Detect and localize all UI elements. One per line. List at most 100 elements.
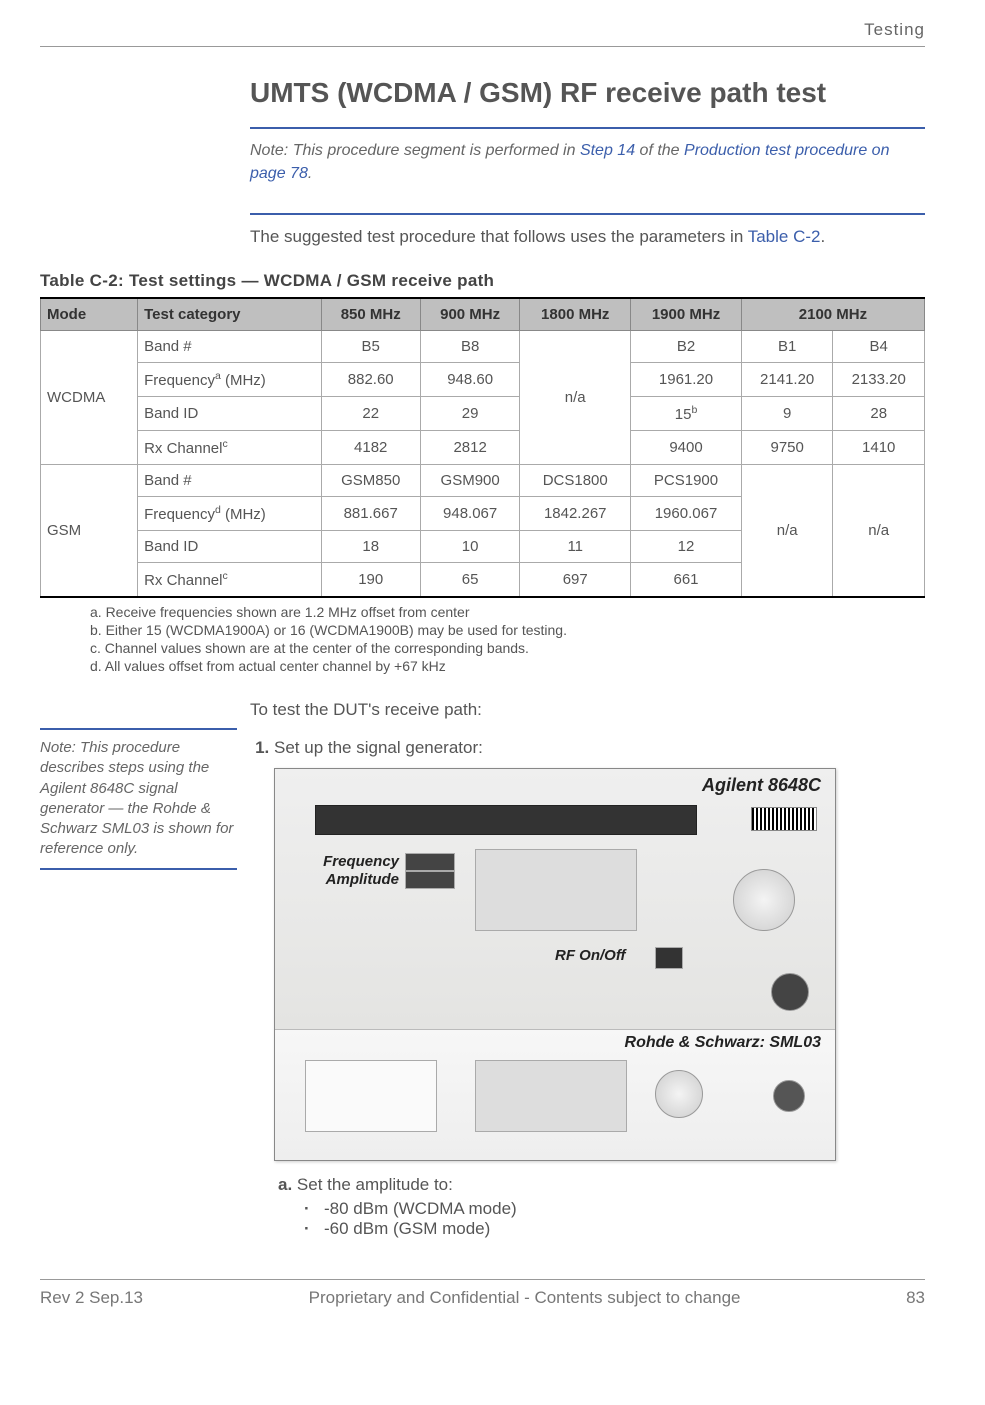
amplitude-button bbox=[405, 871, 455, 889]
step-1-text: Set up the signal generator: bbox=[274, 738, 483, 757]
cell: 28 bbox=[833, 397, 925, 431]
output-connector bbox=[771, 973, 809, 1011]
title-rule bbox=[250, 127, 925, 129]
cat-rx-channel: Rx Channelc bbox=[138, 563, 321, 598]
cell: 190 bbox=[321, 563, 420, 598]
cell: B8 bbox=[420, 331, 519, 363]
cell: 697 bbox=[520, 563, 631, 598]
cell: 11 bbox=[520, 531, 631, 563]
tuning-knob bbox=[733, 869, 795, 931]
cell: 1410 bbox=[833, 431, 925, 465]
cell: 2133.20 bbox=[833, 363, 925, 397]
figure-agilent-panel: Agilent 8648C Frequency Amplitude RF On/… bbox=[275, 769, 835, 1030]
barcode-icon bbox=[751, 807, 817, 831]
signal-generator-figure: Agilent 8648C Frequency Amplitude RF On/… bbox=[274, 768, 836, 1161]
rs-label: Rohde & Schwarz: SML03 bbox=[625, 1034, 821, 1052]
rs-knob bbox=[655, 1070, 703, 1118]
frequency-label: Frequency bbox=[309, 853, 399, 870]
cell: 1960.067 bbox=[631, 497, 742, 531]
side-note: Note: This procedure describes steps usi… bbox=[40, 728, 237, 870]
cell: 1961.20 bbox=[631, 363, 742, 397]
intro-prefix: The suggested test procedure that follow… bbox=[250, 227, 748, 246]
sup-c: c bbox=[222, 570, 227, 582]
cat-frequency: Frequencyd (MHz) bbox=[138, 497, 321, 531]
rs-keypad bbox=[475, 1060, 627, 1132]
rs-connector bbox=[773, 1080, 805, 1112]
substep-a: a. Set the amplitude to: bbox=[278, 1175, 925, 1195]
cell: 882.60 bbox=[321, 363, 420, 397]
cell: B5 bbox=[321, 331, 420, 363]
cell: B4 bbox=[833, 331, 925, 363]
step-1: Set up the signal generator: Agilent 864… bbox=[274, 738, 925, 1239]
cat-freq-base: Frequency bbox=[144, 372, 215, 389]
cell-na-1800: n/a bbox=[520, 331, 631, 465]
cell: 9400 bbox=[631, 431, 742, 465]
cat-freq-suffix: (MHz) bbox=[221, 506, 266, 523]
th-1800: 1800 MHz bbox=[520, 298, 631, 331]
footer-page-number: 83 bbox=[906, 1288, 925, 1308]
th-850: 850 MHz bbox=[321, 298, 420, 331]
rf-onoff-label: RF On/Off bbox=[555, 947, 626, 964]
table-row: GSM Band # GSM850 GSM900 DCS1800 PCS1900… bbox=[41, 465, 925, 497]
cat-frequency: Frequencya (MHz) bbox=[138, 363, 321, 397]
frequency-button bbox=[405, 853, 455, 871]
intro-suffix: . bbox=[820, 227, 825, 246]
cat-band-num: Band # bbox=[138, 331, 321, 363]
list-item: -80 dBm (WCDMA mode) bbox=[304, 1199, 925, 1219]
note-prefix: Note: This procedure segment is performe… bbox=[250, 142, 580, 159]
th-mode: Mode bbox=[41, 298, 138, 331]
cat-rx-base: Rx Channel bbox=[144, 572, 222, 589]
note-rule bbox=[250, 213, 925, 215]
rf-button bbox=[655, 947, 683, 969]
settings-table: Mode Test category 850 MHz 900 MHz 1800 … bbox=[40, 297, 925, 598]
cell: 2812 bbox=[420, 431, 519, 465]
cell: PCS1900 bbox=[631, 465, 742, 497]
cell: 9 bbox=[741, 397, 833, 431]
sup-b: b bbox=[691, 404, 697, 416]
step-link[interactable]: Step 14 bbox=[580, 142, 635, 159]
footer-confidential: Proprietary and Confidential - Contents … bbox=[309, 1288, 741, 1308]
cell: 10 bbox=[420, 531, 519, 563]
table-caption: Table C-2: Test settings — WCDMA / GSM r… bbox=[40, 271, 925, 291]
cat-band-id: Band ID bbox=[138, 397, 321, 431]
table-row: WCDMA Band # B5 B8 n/a B2 B1 B4 bbox=[41, 331, 925, 363]
mode-wcdma: WCDMA bbox=[41, 331, 138, 465]
keypad-panel bbox=[475, 849, 637, 931]
page-title: UMTS (WCDMA / GSM) RF receive path test bbox=[250, 77, 925, 109]
cell: 948.067 bbox=[420, 497, 519, 531]
agilent-label: Agilent 8648C bbox=[702, 775, 821, 796]
cell: 661 bbox=[631, 563, 742, 598]
page-footer: Rev 2 Sep.13 Proprietary and Confidentia… bbox=[40, 1279, 925, 1308]
cell: 22 bbox=[321, 397, 420, 431]
cell: 15b bbox=[631, 397, 742, 431]
th-1900: 1900 MHz bbox=[631, 298, 742, 331]
table-link[interactable]: Table C-2 bbox=[748, 227, 821, 246]
procedure-note: Note: This procedure segment is performe… bbox=[250, 139, 925, 185]
cell-15: 15 bbox=[675, 406, 692, 423]
table-footnotes: a. Receive frequencies shown are 1.2 MHz… bbox=[90, 604, 925, 674]
substep-a-text: Set the amplitude to: bbox=[297, 1175, 453, 1194]
cell: 9750 bbox=[741, 431, 833, 465]
cell: B2 bbox=[631, 331, 742, 363]
cat-freq-base: Frequency bbox=[144, 506, 215, 523]
cell: DCS1800 bbox=[520, 465, 631, 497]
th-2100: 2100 MHz bbox=[741, 298, 924, 331]
table-row: Band ID 22 29 15b 9 28 bbox=[41, 397, 925, 431]
display-screen bbox=[315, 805, 697, 835]
cell: 1842.267 bbox=[520, 497, 631, 531]
rs-screen bbox=[305, 1060, 437, 1132]
cat-freq-suffix: (MHz) bbox=[221, 372, 266, 389]
note-mid: of the bbox=[635, 142, 684, 159]
cell: 65 bbox=[420, 563, 519, 598]
cell: 881.667 bbox=[321, 497, 420, 531]
cell: GSM850 bbox=[321, 465, 420, 497]
section-header: Testing bbox=[40, 20, 925, 40]
cell: 2141.20 bbox=[741, 363, 833, 397]
cat-rx-channel: Rx Channelc bbox=[138, 431, 321, 465]
table-row: Rx Channelc 4182 2812 9400 9750 1410 bbox=[41, 431, 925, 465]
cell: 29 bbox=[420, 397, 519, 431]
list-item: -60 dBm (GSM mode) bbox=[304, 1219, 925, 1239]
cell: 4182 bbox=[321, 431, 420, 465]
footnote-d: d. All values offset from actual center … bbox=[90, 658, 925, 674]
sup-c: c bbox=[222, 438, 227, 450]
